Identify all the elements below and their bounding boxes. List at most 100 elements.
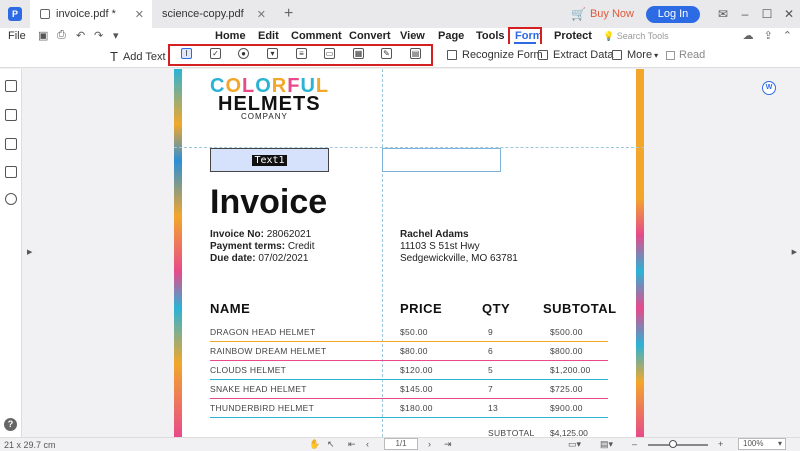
- form-text-field-1[interactable]: Text1: [210, 148, 329, 172]
- menu-comment[interactable]: Comment: [291, 30, 342, 42]
- read-checkbox[interactable]: [666, 50, 675, 60]
- form-text-field-2[interactable]: [382, 148, 501, 172]
- header-price: PRICE: [400, 301, 443, 316]
- maximize-icon[interactable]: ☐: [756, 7, 778, 21]
- table-row: THUNDERBIRD HELMET $180.00 13 $900.00: [210, 399, 610, 418]
- menu-bar: File ▣ ⎙ ↶ ↷ ▾ Home Edit Comment Convert…: [0, 28, 800, 44]
- text-field-label: Text1: [252, 154, 287, 166]
- expand-right-panel-icon[interactable]: ▶: [792, 248, 797, 256]
- checkbox-tool-icon[interactable]: ✓: [210, 48, 221, 59]
- cell-subtotal: $900.00: [550, 403, 583, 413]
- decorative-stripe-left: [174, 69, 182, 437]
- page-indicator[interactable]: 1/1: [384, 438, 418, 450]
- feedback-icon[interactable]: ✉: [712, 7, 734, 21]
- zoom-in-icon[interactable]: +: [718, 439, 723, 449]
- zoom-slider[interactable]: [648, 444, 708, 446]
- row-divider: [210, 417, 608, 418]
- tab-invoice[interactable]: invoice.pdf * ✕: [30, 0, 152, 28]
- text-field-tool-icon[interactable]: I: [181, 48, 192, 59]
- help-icon[interactable]: ?: [4, 418, 17, 431]
- buy-now-button[interactable]: 🛒 Buy Now: [571, 7, 634, 21]
- search-icon[interactable]: [5, 193, 17, 205]
- menu-home[interactable]: Home: [215, 30, 246, 42]
- table-row: CLOUDS HELMET $120.00 5 $1,200.00: [210, 361, 610, 380]
- zoom-out-icon[interactable]: –: [632, 439, 637, 449]
- minimize-icon[interactable]: –: [734, 7, 756, 21]
- new-tab-button[interactable]: +: [284, 5, 293, 23]
- lightbulb-icon: 💡: [603, 31, 615, 41]
- attachment-icon[interactable]: [5, 166, 17, 178]
- hand-tool-icon[interactable]: ✋: [309, 439, 320, 450]
- tab-science-copy[interactable]: science-copy.pdf ✕: [152, 0, 274, 28]
- comment-icon[interactable]: [5, 138, 17, 150]
- save-icon[interactable]: ▣: [38, 29, 48, 42]
- menu-convert[interactable]: Convert: [349, 30, 391, 42]
- first-page-icon[interactable]: ⇤: [348, 439, 356, 450]
- menu-view[interactable]: View: [400, 30, 425, 42]
- app-logo-icon: P: [8, 7, 22, 21]
- bookmark-icon[interactable]: [5, 109, 17, 121]
- document-page: COLORFUL HELMETS COMPANY Text1 Invoice I…: [174, 69, 644, 437]
- tab-label: science-copy.pdf: [162, 8, 244, 20]
- button-tool-icon[interactable]: ▭: [324, 48, 335, 59]
- read-toggle[interactable]: Read: [666, 49, 705, 61]
- upload-cloud-icon[interactable]: ☁: [743, 29, 754, 42]
- form-toolbar: T Add Text I ✓ ● ▾ ≡ ▭ ▦ ✎ ▤ Recognize Fo…: [0, 44, 800, 68]
- redo-icon[interactable]: ↷: [94, 29, 103, 42]
- cell-qty: 5: [488, 365, 494, 375]
- login-button[interactable]: Log In: [646, 5, 700, 23]
- recognize-form-label: Recognize Form: [462, 49, 543, 61]
- image-field-tool-icon[interactable]: ▦: [353, 48, 364, 59]
- cell-subtotal: $500.00: [550, 327, 583, 337]
- text-icon: T: [110, 49, 118, 64]
- page-layout-icon[interactable]: ▤▾: [600, 439, 613, 450]
- due-date-value: 07/02/2021: [258, 253, 309, 264]
- undo-icon[interactable]: ↶: [76, 29, 85, 42]
- document-icon: [40, 9, 50, 19]
- menu-tools[interactable]: Tools: [476, 30, 505, 42]
- billing-address: Rachel Adams 11103 S 51st Hwy Sedgewickv…: [400, 229, 518, 265]
- zoom-level[interactable]: 100% ▾: [738, 438, 786, 450]
- close-icon[interactable]: ✕: [135, 8, 144, 21]
- collapse-ribbon-icon[interactable]: ⌃: [783, 29, 792, 42]
- radio-button-tool-icon[interactable]: ●: [238, 48, 249, 59]
- next-page-icon[interactable]: ›: [428, 439, 431, 449]
- fit-page-icon[interactable]: ▭▾: [568, 439, 581, 450]
- word-convert-icon[interactable]: W: [762, 81, 776, 95]
- close-icon[interactable]: ✕: [257, 8, 266, 21]
- header-qty: QTY: [482, 301, 511, 316]
- menu-page[interactable]: Page: [438, 30, 464, 42]
- prev-page-icon[interactable]: ‹: [366, 439, 369, 449]
- combo-box-tool-icon[interactable]: ▾: [267, 48, 278, 59]
- date-tool-icon[interactable]: ▤: [410, 48, 421, 59]
- file-menu[interactable]: File: [8, 30, 26, 42]
- signature-tool-icon[interactable]: ✎: [381, 48, 392, 59]
- print-icon[interactable]: ⎙: [57, 29, 66, 42]
- cell-subtotal: $800.00: [550, 346, 583, 356]
- share-icon[interactable]: ⇪: [764, 29, 773, 42]
- more-button[interactable]: More ▾: [612, 49, 658, 61]
- close-window-icon[interactable]: ✕: [778, 7, 800, 21]
- list-box-tool-icon[interactable]: ≡: [296, 48, 307, 59]
- cell-name: CLOUDS HELMET: [210, 365, 287, 375]
- zoom-slider-handle[interactable]: [669, 440, 677, 448]
- invoice-info: Invoice No: 28062021 Payment terms: Cred…: [210, 229, 315, 265]
- search-tools[interactable]: 💡 Search Tools: [603, 31, 669, 42]
- menu-protect[interactable]: Protect: [554, 30, 592, 42]
- expand-left-panel-icon[interactable]: ▶: [27, 248, 32, 256]
- titlebar-actions: 🛒 Buy Now Log In ✉ – ☐ ✕: [571, 0, 800, 28]
- menu-edit[interactable]: Edit: [258, 30, 279, 42]
- recognize-form-button[interactable]: Recognize Form: [447, 49, 543, 61]
- customize-icon[interactable]: ▾: [113, 29, 119, 42]
- extract-data-button[interactable]: Extract Data: [538, 49, 614, 61]
- select-tool-icon[interactable]: ↖: [327, 439, 335, 450]
- add-text-button[interactable]: T Add Text: [110, 49, 166, 64]
- thumbnails-icon[interactable]: [5, 80, 17, 92]
- cell-qty: 7: [488, 384, 494, 394]
- read-label: Read: [679, 49, 706, 61]
- left-sidebar: [0, 69, 22, 437]
- last-page-icon[interactable]: ⇥: [444, 439, 452, 450]
- due-date-label: Due date:: [210, 253, 256, 264]
- page-size: 21 x 29.7 cm: [4, 440, 56, 450]
- subtotal-value: $4,125.00: [550, 428, 588, 437]
